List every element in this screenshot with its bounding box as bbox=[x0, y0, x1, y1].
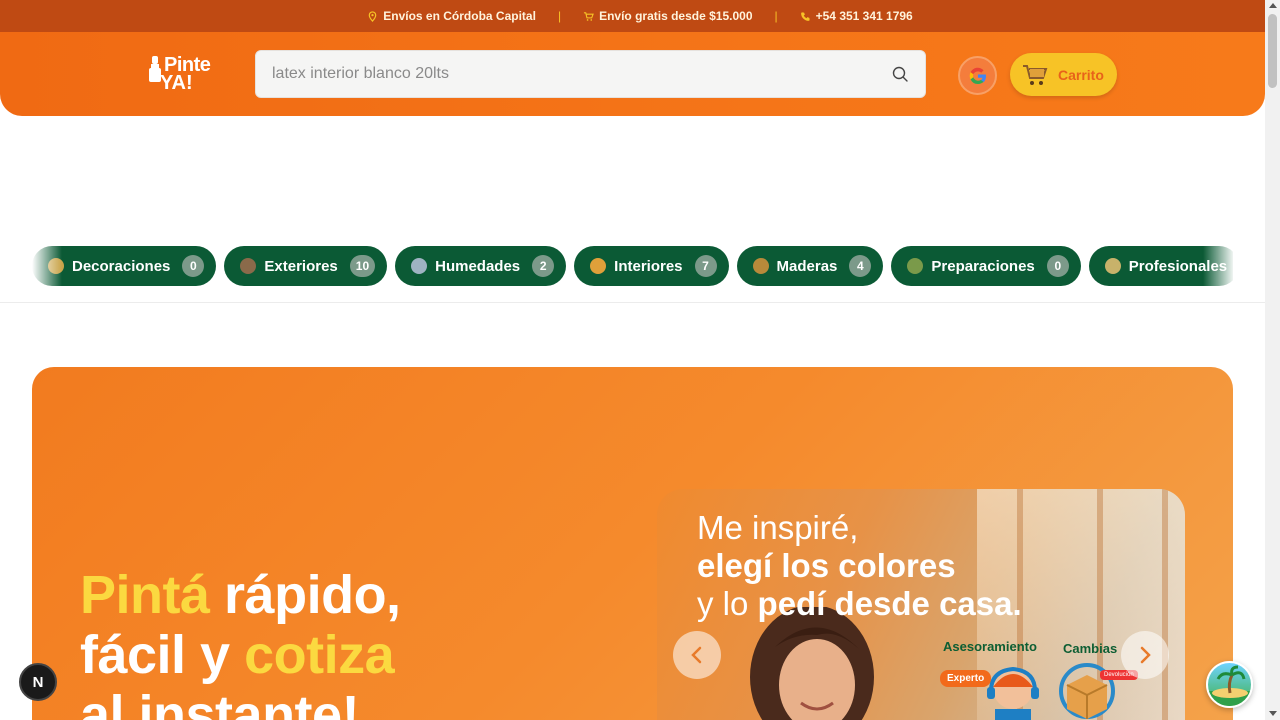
search-icon[interactable] bbox=[891, 65, 909, 83]
phone-text: +54 351 341 1796 bbox=[815, 9, 913, 23]
search-input[interactable] bbox=[272, 65, 891, 83]
location-pin-icon bbox=[368, 10, 377, 22]
chevron-right-icon bbox=[1140, 646, 1151, 664]
chat-widget-button[interactable] bbox=[1206, 661, 1253, 708]
hero-word-pinta: Pintá bbox=[80, 565, 210, 625]
carousel-prev-button[interactable] bbox=[673, 631, 721, 679]
category-count: 10 bbox=[349, 255, 376, 277]
scrollbar-thumb[interactable] bbox=[1268, 14, 1277, 88]
carousel-next-button[interactable] bbox=[1121, 631, 1169, 679]
hero-title: Pintá rápido, fácil y cotiza al instante… bbox=[80, 565, 401, 720]
category-label: Decoraciones bbox=[72, 257, 171, 275]
category-label: Maderas bbox=[776, 257, 838, 275]
banner-line-3a: y lo bbox=[697, 585, 758, 622]
carousel-fade-right bbox=[1203, 246, 1235, 286]
humedades-icon bbox=[411, 258, 428, 274]
free-shipping-text: Envío gratis desde $15.000 bbox=[599, 9, 753, 23]
category-count: 0 bbox=[182, 255, 205, 277]
phone-info[interactable]: +54 351 341 1796 bbox=[800, 9, 913, 23]
category-count: 0 bbox=[1046, 255, 1069, 277]
banner-line-1: Me inspiré, bbox=[697, 509, 859, 546]
main-header: Pinte YA! Carrito bbox=[0, 32, 1265, 116]
category-label: Humedades bbox=[435, 257, 521, 275]
interiores-icon bbox=[590, 258, 607, 274]
cart-button[interactable]: Carrito bbox=[1010, 53, 1117, 96]
chevron-left-icon bbox=[691, 646, 702, 664]
separator: | bbox=[774, 9, 778, 23]
banner-line-2: elegí los colores bbox=[697, 547, 956, 584]
free-shipping-info: Envío gratis desde $15.000 bbox=[583, 9, 753, 23]
category-label: Exteriores bbox=[264, 257, 338, 275]
cart-label: Carrito bbox=[1058, 66, 1104, 83]
category-count: 7 bbox=[694, 255, 717, 277]
tag-asesoramiento: Asesoramiento bbox=[943, 639, 1037, 654]
nextjs-dev-button[interactable]: N bbox=[19, 663, 57, 701]
search-bar[interactable] bbox=[255, 50, 926, 98]
scroll-down-arrow-icon[interactable] bbox=[1269, 711, 1277, 716]
shipping-text: Envíos en Córdoba Capital bbox=[383, 9, 536, 23]
shipping-info: Envíos en Córdoba Capital bbox=[367, 9, 536, 23]
woman-photo bbox=[750, 607, 874, 720]
category-maderas[interactable]: Maderas 4 bbox=[736, 246, 884, 286]
google-login-button[interactable] bbox=[958, 56, 997, 95]
category-label: Preparaciones bbox=[931, 257, 1035, 275]
phone-icon bbox=[800, 11, 810, 21]
hero-section: Pintá rápido, fácil y cotiza al instante… bbox=[32, 367, 1233, 720]
category-count: 4 bbox=[849, 255, 872, 277]
page-scrollbar[interactable] bbox=[1265, 0, 1280, 720]
support-agent-icon bbox=[987, 666, 1039, 720]
category-humedades[interactable]: Humedades 2 bbox=[395, 246, 567, 286]
banner-line-3b: pedí desde casa. bbox=[757, 585, 1022, 622]
section-divider bbox=[0, 302, 1265, 303]
category-count: 2 bbox=[532, 255, 555, 277]
exteriores-icon bbox=[240, 258, 257, 274]
hero-word-instante: al instante! bbox=[80, 685, 360, 720]
profesionales-icon bbox=[1104, 258, 1121, 274]
promo-banner-carousel[interactable]: Me inspiré, elegí los colores y lo pedí … bbox=[657, 489, 1185, 720]
window-bar bbox=[1162, 489, 1168, 720]
category-carousel: Decoraciones 0 Exteriores 10 Humedades 2… bbox=[32, 246, 1233, 286]
hero-word-cotiza: cotiza bbox=[244, 625, 395, 685]
tag-cambios: Cambias bbox=[1063, 641, 1118, 656]
cart-small-icon bbox=[583, 11, 594, 21]
badge-experto: Experto bbox=[940, 670, 992, 687]
google-icon bbox=[969, 67, 986, 84]
category-exteriores[interactable]: Exteriores 10 bbox=[224, 246, 388, 286]
hero-word-facil: fácil y bbox=[80, 625, 230, 685]
hero-word-rapido: rápido, bbox=[224, 565, 401, 625]
maderas-icon bbox=[752, 258, 769, 274]
category-label: Interiores bbox=[614, 257, 683, 275]
top-info-bar: Envíos en Córdoba Capital | Envío gratis… bbox=[0, 0, 1280, 32]
palm-tree-icon bbox=[1208, 665, 1251, 706]
logo-text-ya: YA! bbox=[160, 72, 193, 94]
category-preparaciones[interactable]: Preparaciones 0 bbox=[891, 246, 1081, 286]
preparaciones-icon bbox=[907, 258, 924, 274]
banner-line-3: y lo pedí desde casa. bbox=[697, 585, 1022, 623]
scroll-up-arrow-icon[interactable] bbox=[1269, 3, 1277, 8]
category-interiores[interactable]: Interiores 7 bbox=[574, 246, 729, 286]
pinteya-logo[interactable]: Pinte YA! bbox=[148, 54, 228, 96]
shopping-cart-icon bbox=[1023, 64, 1048, 85]
carousel-fade-left bbox=[32, 246, 62, 286]
separator: | bbox=[557, 9, 562, 23]
